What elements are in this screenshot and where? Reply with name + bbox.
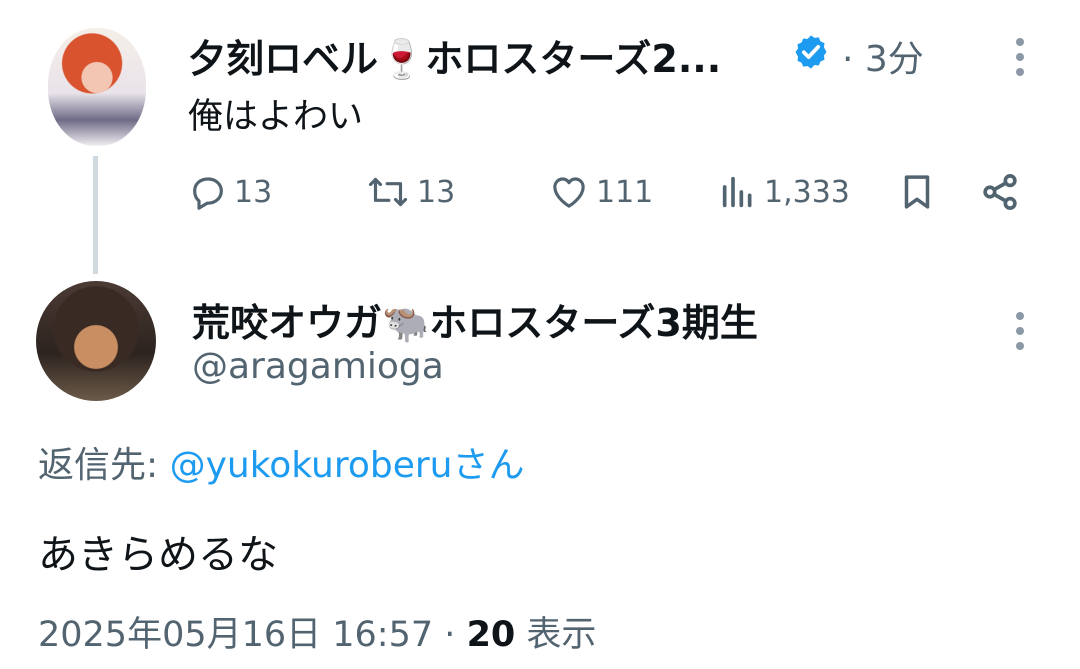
thread-connector-line xyxy=(93,156,98,274)
like-button[interactable]: 111 xyxy=(548,170,653,214)
reply-author-handle[interactable]: @aragamioga xyxy=(192,346,444,387)
verified-badge-icon xyxy=(792,33,830,71)
reply-meta-line: 2025年05月16日 16:57 · 20 表示 xyxy=(38,606,596,657)
reply-author-name[interactable]: 荒咬オウガ🐃ホロスターズ3期生 xyxy=(192,292,758,347)
reply-count: 13 xyxy=(234,174,273,210)
repost-count: 13 xyxy=(417,174,456,210)
reply-timestamp[interactable]: 2025年05月16日 16:57 xyxy=(38,615,433,655)
parent-more-icon[interactable] xyxy=(1015,38,1025,76)
reply-to-user-link[interactable]: @yukokuroberuさん xyxy=(170,445,525,486)
reply-to-line: 返信先: @yukokuroberuさん xyxy=(38,436,525,488)
parent-tweet-text: 俺はよわい xyxy=(188,97,364,137)
parent-tweet-author-name[interactable]: 夕刻ロベル🍷ホロスターズ2... xyxy=(188,28,721,83)
like-count: 111 xyxy=(596,174,654,210)
parent-display-name[interactable]: 夕刻ロベル🍷ホロスターズ2... xyxy=(188,37,721,81)
reply-button[interactable]: 13 xyxy=(188,170,272,214)
share-icon[interactable] xyxy=(978,170,1022,214)
bookmark-icon[interactable] xyxy=(896,170,938,214)
views-button[interactable]: 1,333 xyxy=(718,170,850,214)
meta-separator: · xyxy=(444,615,456,655)
views-count: 1,333 xyxy=(764,174,850,210)
repost-icon xyxy=(368,177,408,207)
repost-button[interactable]: 13 xyxy=(365,170,455,214)
reply-views-label: 表示 xyxy=(526,615,597,655)
avatar-yukokuroberu[interactable] xyxy=(48,28,146,146)
reply-tweet-text: あきらめるな xyxy=(38,532,278,578)
parent-time[interactable]: · 3分 xyxy=(842,30,924,82)
heart-icon xyxy=(553,177,585,208)
reply-more-icon[interactable] xyxy=(1015,312,1025,350)
parent-time-text[interactable]: 3分 xyxy=(865,39,924,80)
reply-to-prefix: 返信先: xyxy=(38,445,170,486)
time-separator: · xyxy=(842,39,854,80)
avatar-aragamioga[interactable] xyxy=(36,281,156,401)
reply-views-count: 20 xyxy=(466,615,516,655)
analytics-icon xyxy=(722,176,752,208)
reply-icon xyxy=(193,177,223,210)
